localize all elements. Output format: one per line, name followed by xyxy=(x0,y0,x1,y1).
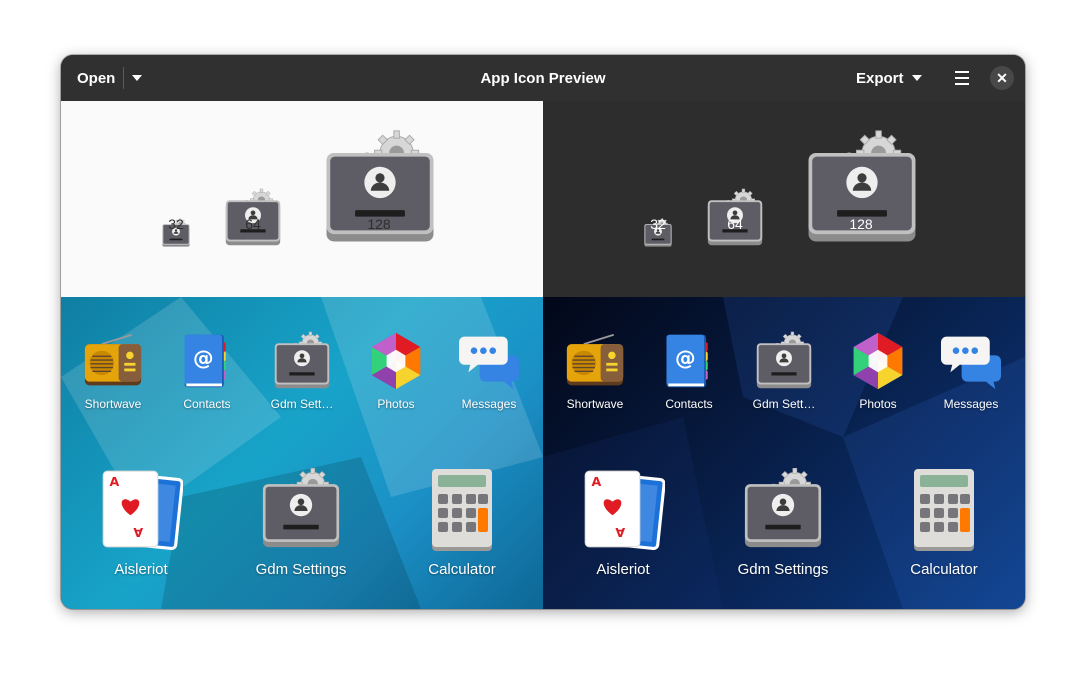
messages-chat-icon xyxy=(459,331,519,391)
gdm-settings-icon xyxy=(741,467,825,551)
app-label: Aisleriot xyxy=(114,561,168,578)
app-aisleriot[interactable]: Aisleriot xyxy=(96,467,186,578)
contacts-book-icon xyxy=(177,331,237,391)
export-button-label: Export xyxy=(856,69,904,87)
app-label: Photos xyxy=(377,397,415,411)
app-contacts[interactable]: Contacts xyxy=(659,331,719,411)
app-label: Calculator xyxy=(910,561,978,578)
photos-icon xyxy=(366,331,426,391)
app-shortwave[interactable]: Shortwave xyxy=(83,331,143,411)
size-label-64: 64 xyxy=(727,216,743,232)
app-messages[interactable]: Messages xyxy=(941,331,1001,411)
gdm-settings-icon xyxy=(259,467,343,551)
app-label: Shortwave xyxy=(84,397,142,411)
size-label-128: 128 xyxy=(849,216,873,232)
size-label-128: 128 xyxy=(367,216,391,232)
app-gdm-settings-small[interactable]: Gdm Sett… xyxy=(749,331,819,411)
app-photos[interactable]: Photos xyxy=(848,331,908,411)
aisleriot-cards-icon xyxy=(99,467,183,551)
shortwave-radio-icon xyxy=(83,331,143,391)
light-app-grid: Shortwave Contacts Gdm Sett… Photos Mess… xyxy=(61,297,543,609)
app-label: Contacts xyxy=(665,397,713,411)
app-label: Messages xyxy=(943,397,999,411)
app-label: Photos xyxy=(859,397,897,411)
app-window: Open App Icon Preview Export ✕ 32 64 128… xyxy=(61,55,1025,609)
app-aisleriot[interactable]: Aisleriot xyxy=(578,467,668,578)
photos-icon xyxy=(848,331,908,391)
size-label-64: 64 xyxy=(245,216,261,232)
app-label: Gdm Settings xyxy=(737,561,829,578)
shortwave-radio-icon xyxy=(565,331,625,391)
light-size-preview: 32 64 128 xyxy=(61,101,543,297)
app-label: Messages xyxy=(461,397,517,411)
app-label: Gdm Sett… xyxy=(752,397,816,411)
calculator-icon xyxy=(912,467,976,551)
app-calculator[interactable]: Calculator xyxy=(899,467,989,578)
app-gdm-settings-large[interactable]: Gdm Settings xyxy=(251,467,351,578)
app-calculator[interactable]: Calculator xyxy=(417,467,507,578)
app-contacts[interactable]: Contacts xyxy=(177,331,237,411)
app-messages[interactable]: Messages xyxy=(459,331,519,411)
headerbar: Open App Icon Preview Export ✕ xyxy=(61,55,1025,101)
app-shortwave[interactable]: Shortwave xyxy=(565,331,625,411)
app-photos[interactable]: Photos xyxy=(366,331,426,411)
export-chevron-down-icon xyxy=(911,75,922,81)
app-label: Shortwave xyxy=(566,397,624,411)
contacts-book-icon xyxy=(659,331,719,391)
export-button[interactable]: Export xyxy=(856,64,922,92)
app-label: Calculator xyxy=(428,561,496,578)
dark-size-preview: 32 64 128 xyxy=(543,101,1025,297)
app-label: Gdm Settings xyxy=(255,561,347,578)
app-gdm-settings-large[interactable]: Gdm Settings xyxy=(733,467,833,578)
gdm-settings-icon xyxy=(754,331,814,391)
gdm-settings-icon xyxy=(272,331,332,391)
app-label: Contacts xyxy=(183,397,231,411)
app-gdm-settings-small[interactable]: Gdm Sett… xyxy=(267,331,337,411)
messages-chat-icon xyxy=(941,331,1001,391)
size-label-32: 32 xyxy=(650,216,666,232)
hamburger-menu-icon[interactable] xyxy=(949,68,975,88)
app-label: Aisleriot xyxy=(596,561,650,578)
close-icon[interactable]: ✕ xyxy=(990,66,1014,90)
calculator-icon xyxy=(430,467,494,551)
size-label-32: 32 xyxy=(168,216,184,232)
app-label: Gdm Sett… xyxy=(270,397,334,411)
aisleriot-cards-icon xyxy=(581,467,665,551)
dark-app-grid: Shortwave Contacts Gdm Sett… Photos Mess… xyxy=(543,297,1025,609)
